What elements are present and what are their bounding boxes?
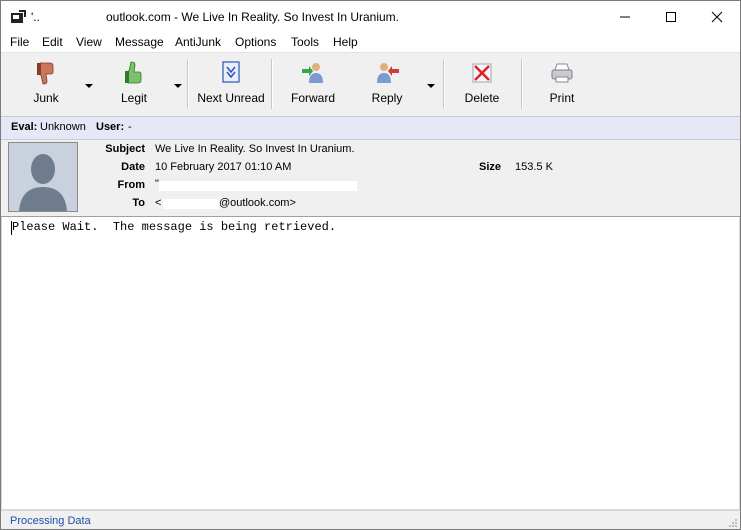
message-window: '.. outlook.com - We Live In Reality. So… [0,0,741,530]
status-bar: Processing Data [1,510,740,529]
toolbar-separator [521,59,523,109]
avatar [8,142,78,212]
maximize-button[interactable] [648,1,694,32]
user-label: User: [96,121,125,133]
delete-button[interactable]: Delete [461,59,503,111]
minimize-button[interactable] [602,1,648,32]
window-title-prefix: '.. [31,10,40,24]
toolbar-separator [443,59,445,109]
delete-icon [472,63,492,83]
maximize-icon [666,11,676,22]
legit-button[interactable]: Legit [113,59,155,111]
to-value: @outlook.com> [219,197,296,209]
app-icon[interactable] [10,10,26,24]
reply-dropdown-arrow-icon[interactable] [426,82,436,90]
next-unread-icon [222,61,240,83]
reply-button[interactable]: Reply [367,59,407,111]
menu-edit[interactable]: Edit [42,35,63,49]
toolbar: Junk Legit Next Unread Forward Reply Del… [1,52,740,116]
menu-options[interactable]: Options [235,35,276,49]
toolbar-separator [271,59,273,109]
subject-label: Subject [105,143,145,155]
menu-help[interactable]: Help [333,35,358,49]
redacted-from [159,181,357,191]
size-value: 153.5 K [515,161,553,173]
menu-view[interactable]: View [76,35,102,49]
toolbar-separator [187,59,189,109]
menu-antijunk[interactable]: AntiJunk [175,35,221,49]
date-value: 10 February 2017 01:10 AM [155,161,292,173]
reply-icon [377,63,399,83]
printer-icon [551,63,573,83]
forward-button[interactable]: Forward [287,59,339,111]
resize-grip-icon[interactable] [728,518,738,528]
from-label: From [117,179,146,191]
eval-value: Unknown [40,121,86,133]
eval-bar: Eval: Unknown User: - [1,116,740,140]
minimize-icon [620,16,630,17]
subject-value: We Live In Reality. So Invest In Uranium… [155,143,355,155]
delete-label: Delete [464,91,500,105]
window-title: outlook.com - We Live In Reality. So Inv… [106,10,400,24]
print-label: Print [549,91,575,105]
eval-label: Eval: [11,121,38,133]
date-label: Date [121,161,145,173]
user-value: - [128,121,132,133]
forward-icon [302,63,323,83]
menu-message[interactable]: Message [115,35,164,49]
print-button[interactable]: Print [543,59,581,111]
junk-label: Junk [33,91,59,105]
next-unread-label: Next Unread [197,91,265,105]
menu-file[interactable]: File [10,35,29,49]
menu-bar: File Edit View Message AntiJunk Options … [1,32,740,52]
legit-label: Legit [120,91,148,105]
message-header: Subject We Live In Reality. So Invest In… [1,140,740,217]
junk-button[interactable]: Junk [27,59,65,111]
person-silhouette-icon [9,143,77,211]
forward-label: Forward [290,91,335,105]
thumbs-down-icon [37,62,54,85]
close-icon [711,11,723,22]
next-unread-button[interactable]: Next Unread [195,59,267,111]
legit-dropdown-arrow-icon[interactable] [173,82,183,90]
message-body-text: Please Wait. The message is being retrie… [12,220,337,234]
title-bar: '.. outlook.com - We Live In Reality. So… [1,1,740,32]
menu-tools[interactable]: Tools [291,35,319,49]
message-body[interactable]: Please Wait. The message is being retrie… [1,217,740,510]
to-label: To [132,197,145,209]
thumbs-up-icon [125,61,142,84]
close-button[interactable] [694,1,740,32]
status-text: Processing Data [10,515,91,527]
to-prefix: < [155,197,162,209]
redacted-to [163,199,219,209]
reply-label: Reply [371,91,403,105]
junk-dropdown-arrow-icon[interactable] [84,82,94,90]
size-label: Size [478,161,501,173]
